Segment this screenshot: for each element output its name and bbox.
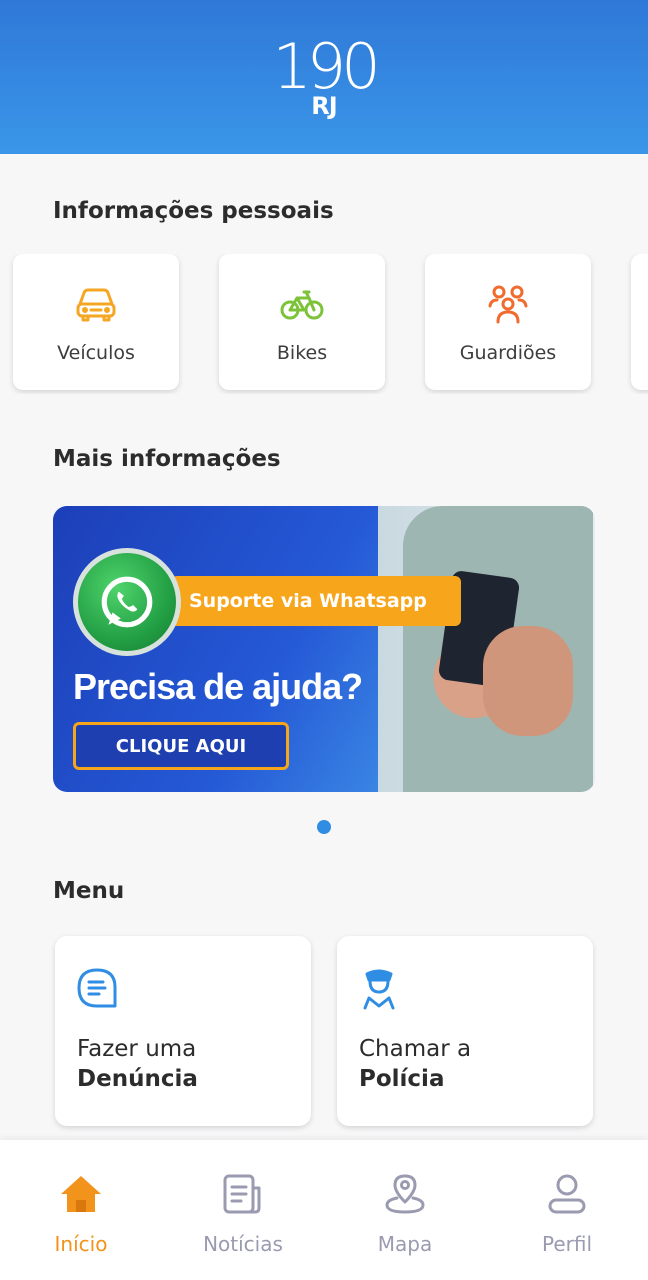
logo-number: 190 xyxy=(272,30,380,103)
nav-item-map[interactable]: Mapa xyxy=(340,1170,470,1256)
card-vehicles[interactable]: Veículos xyxy=(13,254,179,390)
menu-card-report[interactable]: Fazer uma Denúncia xyxy=(55,936,311,1126)
banner-headline: Precisa de ajuda? xyxy=(73,666,363,707)
card-label: Guardiões xyxy=(459,342,557,364)
card-guardians[interactable]: Guardiões xyxy=(425,254,591,390)
section-title-more: Mais informações xyxy=(53,446,281,472)
car-icon xyxy=(74,282,118,326)
card-label: Bikes xyxy=(276,342,328,364)
section-title-menu: Menu xyxy=(53,878,125,904)
app-header: 190 RJ xyxy=(0,0,648,154)
bottom-navigation: Início Notícias Mapa Perfil xyxy=(0,1140,648,1280)
whatsapp-support-banner[interactable]: Suporte via Whatsapp Precisa de ajuda? C… xyxy=(53,506,595,792)
menu-card-line2: Polícia xyxy=(359,1066,445,1092)
menu-card-line1: Fazer uma xyxy=(77,1036,197,1062)
menu-card-line2: Denúncia xyxy=(77,1066,198,1092)
app-logo: 190 RJ xyxy=(272,30,380,119)
carousel-dot-active[interactable] xyxy=(317,820,331,834)
nav-label: Mapa xyxy=(377,1232,433,1256)
nav-item-news[interactable]: Notícias xyxy=(178,1170,308,1256)
chat-icon xyxy=(75,966,119,1010)
menu-card-line1: Chamar a xyxy=(359,1036,472,1062)
bike-icon xyxy=(280,282,324,326)
home-icon xyxy=(57,1170,105,1218)
whatsapp-icon xyxy=(73,548,181,656)
nav-item-home[interactable]: Início xyxy=(16,1170,146,1256)
nav-label: Notícias xyxy=(203,1232,283,1256)
banner-photo-hand xyxy=(483,626,573,736)
nav-label: Início xyxy=(54,1232,108,1256)
section-title-personal: Informações pessoais xyxy=(53,198,334,224)
personal-info-carousel[interactable]: Veículos Bikes Guardiões xyxy=(0,254,648,394)
banner-pill: Suporte via Whatsapp xyxy=(171,576,461,626)
map-pin-icon xyxy=(381,1170,429,1218)
card-label: Veículos xyxy=(57,342,135,364)
menu-card-police[interactable]: Chamar a Polícia xyxy=(337,936,593,1126)
profile-icon xyxy=(543,1170,591,1218)
banner-cta-button[interactable]: CLIQUE AQUI xyxy=(73,722,289,770)
card-next-partial[interactable] xyxy=(631,254,648,390)
people-icon xyxy=(486,282,530,326)
nav-item-profile[interactable]: Perfil xyxy=(502,1170,632,1256)
news-icon xyxy=(219,1170,267,1218)
nav-label: Perfil xyxy=(541,1232,593,1256)
card-bikes[interactable]: Bikes xyxy=(219,254,385,390)
police-icon xyxy=(357,966,401,1010)
